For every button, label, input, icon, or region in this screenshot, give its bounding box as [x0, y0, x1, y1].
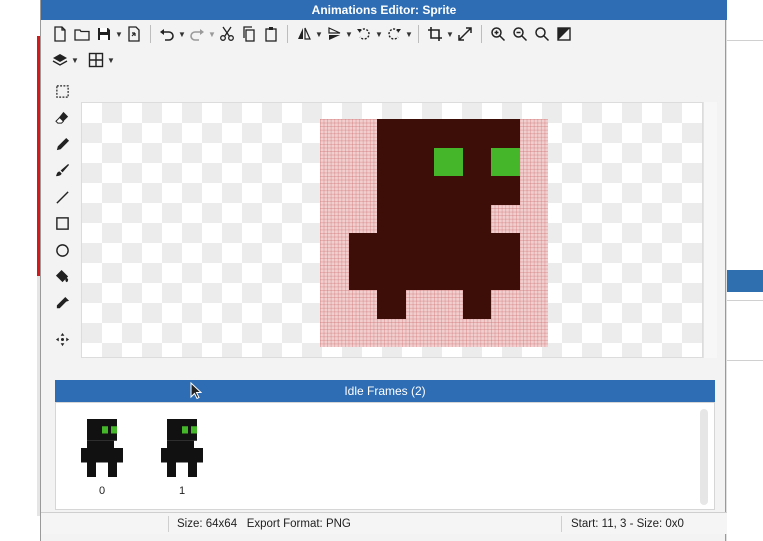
- crop-icon[interactable]: [424, 23, 446, 45]
- window-title: Animations Editor: Sprite: [41, 0, 727, 20]
- thumbnail-eye: [111, 426, 117, 434]
- screen: Animations Editor: Sprite ▼ ▼ ▼ ▼ ▼ ▼ ▼ …: [0, 0, 763, 541]
- background-divider: [727, 360, 763, 361]
- export-icon[interactable]: [123, 23, 145, 45]
- tool-palette: [49, 78, 75, 368]
- status-bar: Size: 64x64 Export Format: PNG Start: 11…: [41, 512, 727, 534]
- cut-icon[interactable]: [216, 23, 238, 45]
- rotate-right-dropdown-arrow[interactable]: ▼: [405, 23, 413, 45]
- toolbar-separator: [150, 25, 151, 43]
- thumbnail-body: [167, 462, 176, 477]
- save-icon[interactable]: [93, 23, 115, 45]
- frames-scrollbar[interactable]: [700, 409, 708, 505]
- redo-icon[interactable]: [186, 23, 208, 45]
- rotate-left-dropdown-arrow[interactable]: ▼: [375, 23, 383, 45]
- sprite-body-pixels: [377, 290, 406, 319]
- background-divider: [727, 40, 763, 41]
- undo-icon[interactable]: [156, 23, 178, 45]
- frame-thumbnail[interactable]: 0: [78, 419, 126, 497]
- frame-preview: [81, 419, 123, 477]
- thumbnail-eye: [191, 426, 197, 434]
- sprite-body-pixels: [348, 261, 520, 290]
- toolbar-separator: [287, 25, 288, 43]
- toolbar-row-1: ▼ ▼ ▼ ▼ ▼ ▼ ▼ ▼: [49, 22, 575, 46]
- frame-preview: [161, 419, 203, 477]
- canvas-vertical-scrollbar[interactable]: [703, 102, 717, 358]
- background-app-left: [0, 0, 43, 541]
- thumbnail-body: [87, 462, 96, 477]
- zoom-in-icon[interactable]: [487, 23, 509, 45]
- toolbar: ▼ ▼ ▼ ▼ ▼ ▼ ▼ ▼ ▼ ▼: [49, 22, 719, 74]
- pencil-icon[interactable]: [49, 131, 75, 158]
- zoom-fit-icon[interactable]: [531, 23, 553, 45]
- thumbnail-body: [108, 462, 117, 477]
- status-size: Size: 64x64: [177, 518, 238, 530]
- background-blue-bar: [727, 270, 763, 292]
- redo-dropdown-arrow[interactable]: ▼: [208, 23, 216, 45]
- grid-dropdown-arrow[interactable]: ▼: [107, 49, 115, 71]
- status-export-format: Export Format: PNG: [246, 518, 351, 530]
- save-dropdown-arrow[interactable]: ▼: [115, 23, 123, 45]
- status-divider: [168, 516, 169, 532]
- thumbnail-eye: [102, 426, 108, 434]
- sprite-body-pixels: [462, 290, 491, 319]
- thumbnail-eye: [182, 426, 188, 434]
- animations-editor-window: Animations Editor: Sprite ▼ ▼ ▼ ▼ ▼ ▼ ▼ …: [40, 0, 727, 541]
- thumbnail-body: [81, 448, 123, 463]
- sprite-body-pixels: [377, 119, 520, 148]
- fill-bucket-icon[interactable]: [49, 264, 75, 291]
- sprite-body-pixels: [377, 176, 520, 205]
- undo-dropdown-arrow[interactable]: ▼: [178, 23, 186, 45]
- sprite-body-pixels: [348, 233, 520, 262]
- copy-icon[interactable]: [238, 23, 260, 45]
- flip-vertical-icon[interactable]: [323, 23, 345, 45]
- flip-horizontal-icon[interactable]: [293, 23, 315, 45]
- rotate-right-icon[interactable]: [383, 23, 405, 45]
- new-file-icon[interactable]: [49, 23, 71, 45]
- sprite-canvas[interactable]: [320, 119, 548, 347]
- frame-number: 1: [178, 485, 186, 497]
- status-divider: [561, 516, 562, 532]
- zoom-out-icon[interactable]: [509, 23, 531, 45]
- rectangle-icon[interactable]: [49, 211, 75, 238]
- move-icon[interactable]: [49, 327, 75, 354]
- frames-panel: 0 1: [55, 402, 715, 510]
- paste-icon[interactable]: [260, 23, 282, 45]
- resize-icon[interactable]: [454, 23, 476, 45]
- sprite-eye-pixels: [491, 147, 520, 176]
- frame-thumbnail[interactable]: 1: [158, 419, 206, 497]
- grid-icon[interactable]: [85, 49, 107, 71]
- flip-vertical-dropdown-arrow[interactable]: ▼: [345, 23, 353, 45]
- eraser-icon[interactable]: [49, 105, 75, 132]
- layers-icon[interactable]: [49, 49, 71, 71]
- mouse-cursor-icon: [190, 382, 202, 400]
- sprite-body-pixels: [377, 204, 491, 233]
- thumbnail-body: [87, 440, 114, 448]
- invert-icon[interactable]: [553, 23, 575, 45]
- frame-number: 0: [98, 485, 106, 497]
- open-folder-icon[interactable]: [71, 23, 93, 45]
- marquee-icon[interactable]: [49, 78, 75, 105]
- rotate-left-icon[interactable]: [353, 23, 375, 45]
- thumbnail-body: [161, 448, 203, 463]
- ellipse-icon[interactable]: [49, 237, 75, 264]
- flip-horizontal-dropdown-arrow[interactable]: ▼: [315, 23, 323, 45]
- crop-dropdown-arrow[interactable]: ▼: [446, 23, 454, 45]
- background-divider: [727, 300, 763, 301]
- toolbar-separator: [418, 25, 419, 43]
- frames-panel-header: Idle Frames (2): [55, 380, 715, 402]
- brush-icon[interactable]: [49, 158, 75, 185]
- background-app-right: [726, 0, 763, 541]
- thumbnail-body: [167, 440, 194, 448]
- sprite-canvas-area[interactable]: [81, 102, 703, 358]
- layers-dropdown-arrow[interactable]: ▼: [71, 49, 79, 71]
- status-selection: Start: 11, 3 - Size: 0x0: [571, 518, 684, 530]
- line-icon[interactable]: [49, 184, 75, 211]
- sprite-eye-pixels: [434, 147, 463, 176]
- status-size-export: Size: 64x64 Export Format: PNG: [177, 513, 351, 535]
- toolbar-row-2: ▼ ▼: [49, 48, 115, 72]
- thumbnail-body: [188, 462, 197, 477]
- eyedropper-icon[interactable]: [49, 290, 75, 317]
- toolbar-separator: [481, 25, 482, 43]
